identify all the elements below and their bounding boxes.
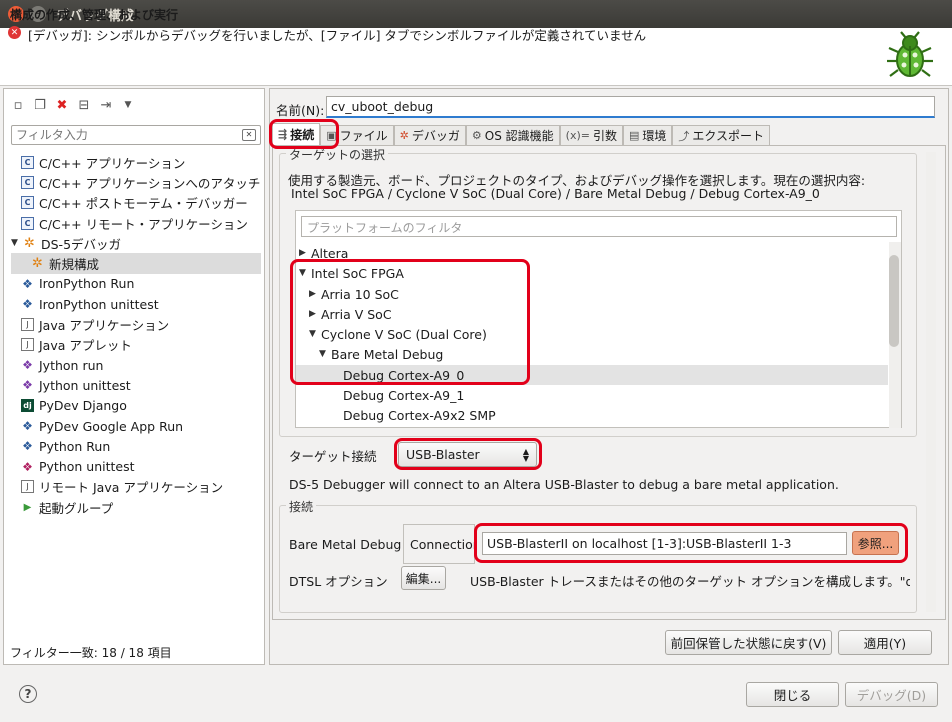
target-current-path: Intel SoC FPGA / Cyclone V SoC (Dual Cor… — [291, 186, 820, 201]
name-label: 名前(N): — [276, 103, 325, 118]
target-connection-label: ターゲット接続 — [289, 449, 377, 464]
c-postmortem-icon: C — [21, 196, 34, 210]
apply-button[interactable]: 適用(Y) — [838, 630, 932, 655]
filter-status: フィルター一致: 18 / 18 項目 — [10, 646, 172, 660]
highlight-connection-tab — [269, 119, 339, 149]
c-app-icon: C — [21, 155, 34, 169]
java-applet-icon: J — [21, 338, 34, 352]
collapse-all-icon[interactable]: ⊟ — [76, 97, 92, 113]
tree-item-ironpython-run[interactable]: ❖ IronPython Run — [11, 274, 261, 294]
launch-group-icon: ▶ — [23, 501, 32, 513]
config-tree: C C/C++ アプリケーション C C/C++ アプリケーションへのアタッチ CC… — [11, 152, 261, 517]
tree-item-ironpython-unittest[interactable]: ❖ IronPython unittest — [11, 294, 261, 314]
filter-input-box[interactable]: ✕ — [11, 125, 261, 145]
dtsl-options-label: DTSL オプション — [289, 574, 388, 589]
ds5-icon: ✲ — [24, 235, 35, 251]
close-button[interactable]: 閉じる — [746, 682, 839, 707]
python-unittest-icon: ❖ — [22, 297, 33, 312]
dtsl-description: USB-Blaster トレースまたはその他のターゲット オプションを構成します… — [470, 574, 910, 589]
highlight-platform-selection — [290, 259, 530, 385]
platform-item-cortex-a9x2[interactable]: Debug Cortex-A9x2 SMP — [343, 405, 496, 425]
target-connection-description: DS-5 Debugger will connect to an Altera … — [289, 477, 839, 492]
python-unittest-icon: ❖ — [22, 459, 33, 474]
tab-content-scrollbar[interactable] — [926, 152, 936, 612]
tree-item-launch-group[interactable]: ▶ 起動グループ — [11, 497, 261, 517]
tree-item-c-app[interactable]: C C/C++ アプリケーション — [11, 152, 261, 172]
tree-item-jython-run[interactable]: ❖ Jython run — [11, 355, 261, 375]
c-attach-icon: C — [21, 175, 34, 189]
django-icon: dj — [21, 399, 34, 413]
tree-item-java-applet[interactable]: J Java アプレット — [11, 335, 261, 355]
debug-button[interactable]: デバッグ(D) — [845, 682, 938, 707]
tree-item-python-run[interactable]: ❖ Python Run — [11, 436, 261, 456]
header-message: [デバッガ]: シンボルからデバッグを行いましたが、[ファイル] タブでシンボル… — [28, 28, 647, 43]
collapsed-arrow-icon[interactable]: ▶ — [299, 248, 311, 258]
jython-icon: ❖ — [22, 358, 33, 373]
tree-item-pydev-django[interactable]: dj PyDev Django — [11, 396, 261, 416]
highlight-target-connection — [394, 438, 542, 470]
clear-filter-icon[interactable]: ✕ — [242, 129, 256, 141]
name-input[interactable]: cv_uboot_debug — [326, 96, 935, 118]
tree-item-java-app[interactable]: J Java アプリケーション — [11, 314, 261, 334]
edit-button[interactable]: 編集... — [401, 566, 446, 590]
connection-section-title: 接続 — [286, 498, 317, 515]
highlight-connection-browse — [474, 523, 908, 563]
connection-label-box: Connection — [403, 524, 475, 564]
platform-filter-input[interactable]: プラットフォームのフィルタ — [301, 216, 897, 237]
tree-item-c-postmortem[interactable]: C C/C++ ポストモーテム・デバッガー — [11, 193, 261, 213]
platform-scroll-thumb[interactable] — [889, 255, 899, 347]
expanded-arrow-icon[interactable]: ▼ — [11, 238, 23, 248]
header-title: 構成の作成、管理、および実行 — [10, 8, 179, 22]
tab-arguments[interactable]: (x)= 引数 — [559, 125, 623, 145]
tree-item-jython-unittest[interactable]: ❖ Jython unittest — [11, 375, 261, 395]
ds5-config-icon: ✲ — [32, 256, 43, 272]
tree-item-remote-java[interactable]: J リモート Java アプリケーション — [11, 477, 261, 497]
delete-icon[interactable]: ✖ — [54, 97, 70, 113]
c-remote-icon: C — [21, 216, 34, 230]
tree-item-new-config[interactable]: ✲ 新規構成 — [11, 253, 261, 274]
python-icon: ❖ — [22, 276, 33, 291]
error-icon: ✕ — [8, 26, 21, 39]
debug-bug-icon — [887, 31, 933, 77]
os-gear-icon: ⚙ — [471, 129, 482, 142]
tree-item-python-unittest[interactable]: ❖ Python unittest — [11, 456, 261, 476]
revert-button[interactable]: 前回保管した状態に戻す(V) — [665, 630, 832, 655]
tab-environment[interactable]: ▤ 環境 — [622, 125, 673, 145]
view-menu-icon[interactable]: ▼ — [120, 97, 136, 113]
environment-icon: ▤ — [628, 129, 640, 142]
platform-item-cortex-a9-1[interactable]: Debug Cortex-A9_1 — [343, 385, 464, 405]
bare-metal-debug-label: Bare Metal Debug — [289, 537, 402, 552]
tab-debugger[interactable]: ✲ デバッガ — [393, 125, 466, 145]
tree-item-google-app[interactable]: ❖ PyDev Google App Run — [11, 416, 261, 436]
google-app-icon: ❖ — [22, 419, 33, 433]
remote-java-icon: J — [21, 480, 34, 494]
python-run-icon: ❖ — [22, 439, 33, 454]
tab-os-awareness[interactable]: ⚙ OS 認識機能 — [465, 125, 560, 145]
export-icon: ⤴ — [678, 129, 690, 143]
duplicate-icon[interactable]: ❐ — [32, 97, 48, 113]
filter-icon[interactable]: ⇥ — [98, 97, 114, 113]
left-toolbar: ▫ ❐ ✖ ⊟ ⇥ ▼ — [10, 97, 136, 113]
debugger-icon: ✲ — [399, 129, 409, 142]
tree-item-ds5[interactable]: ▼ ✲ DS-5デバッガ — [11, 233, 261, 253]
tree-item-c-attach[interactable]: C C/C++ アプリケーションへのアタッチ — [11, 172, 261, 192]
tree-item-c-remote[interactable]: C C/C++ リモート・アプリケーション — [11, 213, 261, 233]
tab-export[interactable]: ⤴ エクスポート — [672, 125, 771, 145]
help-icon[interactable]: ? — [19, 685, 37, 703]
tab-bar: ⇶ 接続 ▣ ファイル ✲ デバッガ ⚙ OS 認識機能 (x)= 引数 ▤ 環境 ⤴ エクス… — [272, 123, 771, 145]
new-config-icon[interactable]: ▫ — [10, 97, 26, 113]
java-app-icon: J — [21, 318, 34, 332]
arguments-icon: (x)= — [565, 129, 590, 142]
jython-unittest-icon: ❖ — [22, 378, 33, 393]
filter-input[interactable] — [12, 126, 232, 144]
